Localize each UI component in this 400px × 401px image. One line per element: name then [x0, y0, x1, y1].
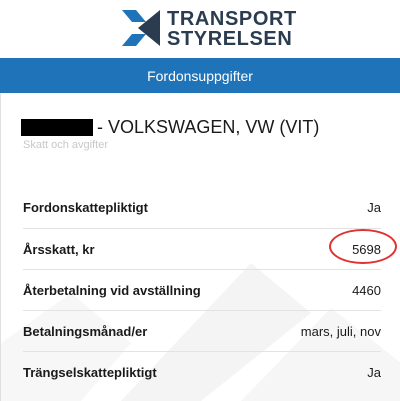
brand-name-line1: TRANSPORT: [167, 8, 297, 30]
vehicle-title-text: - VOLKSWAGEN, VW (VIT): [97, 117, 320, 137]
page-title-bar: Fordonsuppgifter: [0, 58, 400, 93]
detail-value: Ja: [367, 200, 381, 215]
logo-bar: TRANSPORT STYRELSEN: [0, 0, 400, 58]
detail-row: Återbetalning vid avställning 4460: [23, 269, 381, 310]
detail-row: Årsskatt, kr 5698: [23, 228, 381, 269]
tax-details-list: Fordonskattepliktigt Ja Årsskatt, kr 569…: [23, 187, 381, 392]
app-page: TRANSPORT STYRELSEN Fordonsuppgifter - V…: [0, 0, 400, 401]
redacted-registration-number: [21, 119, 93, 136]
brand-name-line2: STYRELSEN: [167, 28, 293, 50]
vehicle-details-card: - VOLKSWAGEN, VW (VIT) Skatt och avgifte…: [0, 93, 400, 401]
annual-tax-highlight-circle: [329, 229, 397, 264]
detail-row: Betalningsmånad/er mars, juli, nov: [23, 310, 381, 351]
detail-label: Betalningsmånad/er: [23, 323, 148, 339]
detail-label: Fordonskattepliktigt: [23, 200, 148, 215]
section-subtitle: Skatt och avgifter: [23, 139, 108, 151]
detail-label: Trängselskattepliktigt: [23, 364, 157, 380]
detail-value: 4460: [352, 282, 381, 298]
page-title: Fordonsuppgifter: [147, 67, 253, 84]
transportstyrelsen-logo-icon: [122, 10, 160, 46]
detail-value: Ja: [367, 364, 381, 380]
detail-label: Årsskatt, kr: [23, 241, 95, 257]
detail-row: Trängselskattepliktigt Ja: [23, 351, 381, 392]
vehicle-title: - VOLKSWAGEN, VW (VIT): [21, 117, 319, 138]
brand-name: TRANSPORT STYRELSEN: [167, 9, 297, 49]
detail-value: mars, juli, nov: [300, 323, 381, 339]
detail-row: Fordonskattepliktigt Ja: [23, 187, 381, 228]
detail-label: Återbetalning vid avställning: [23, 282, 201, 298]
